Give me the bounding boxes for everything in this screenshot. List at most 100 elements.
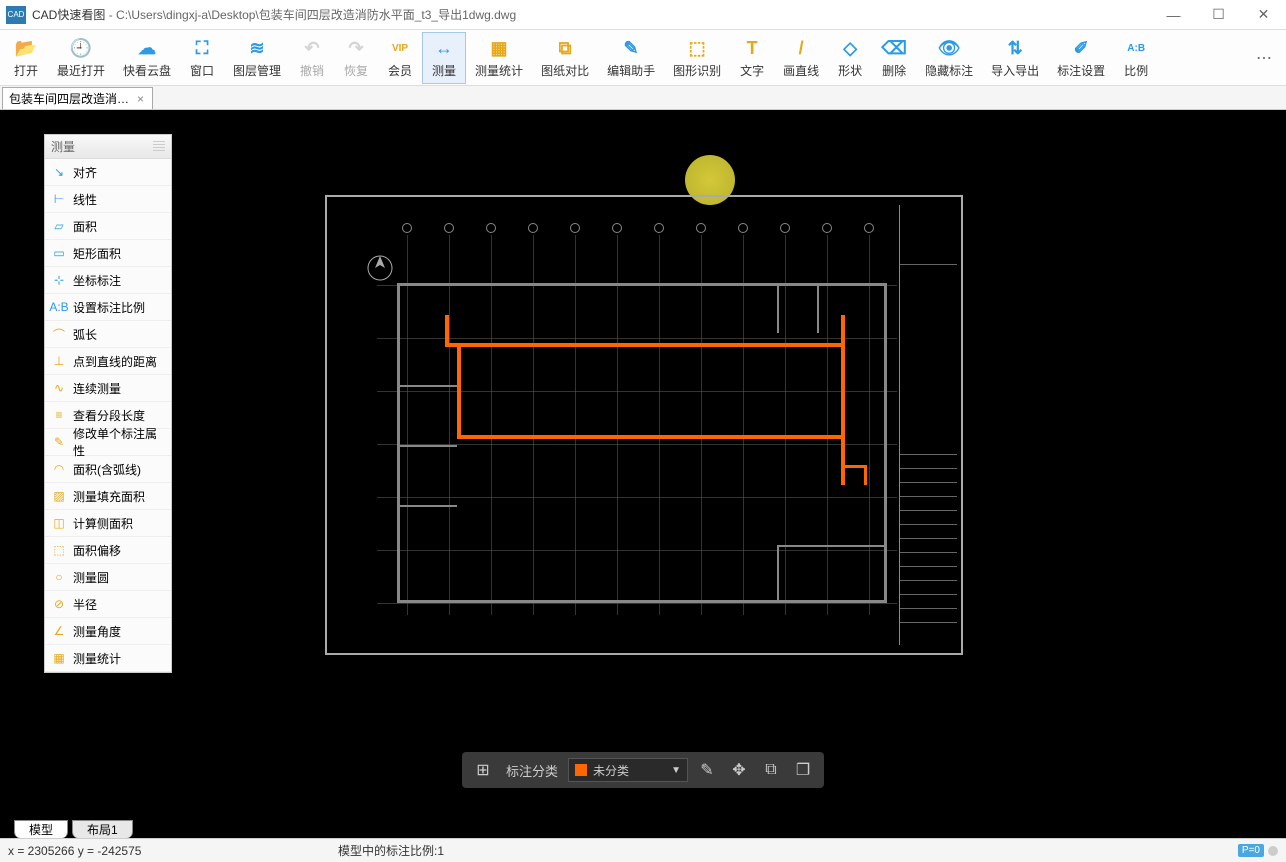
measure-item-label: 对齐 — [73, 164, 167, 181]
measure-item-label: 半径 — [73, 596, 167, 613]
cloud-button[interactable]: ☁ 快看云盘 — [114, 32, 180, 84]
measure-item[interactable]: ▦测量统计 — [45, 645, 171, 672]
measure-item-label: 线性 — [73, 191, 167, 208]
redo-button[interactable]: ↷恢复 — [334, 32, 378, 84]
measure-item-icon: ◫ — [49, 515, 69, 531]
hide-annot-button[interactable]: 👁隐藏标注 — [916, 32, 982, 84]
redo-icon: ↷ — [344, 36, 368, 60]
open-button[interactable]: 📂打开 — [4, 32, 48, 84]
titlebar: CAD CAD快速看图 - C:\Users\dingxj-a\Desktop\… — [0, 0, 1286, 30]
measure-item[interactable]: A:B设置标注比例 — [45, 294, 171, 321]
measure-item-label: 测量圆 — [73, 569, 167, 586]
title-separator: - — [109, 8, 116, 22]
line-label: 画直线 — [783, 62, 819, 79]
file-path: C:\Users\dingxj-a\Desktop\包装车间四层改造消防水平面_… — [116, 8, 516, 22]
layout-tab[interactable]: 布局1 — [72, 820, 133, 838]
measure-item-icon: ▭ — [49, 245, 69, 261]
measure-item-icon: ▨ — [49, 488, 69, 504]
layout-tab[interactable]: 模型 — [14, 820, 68, 838]
measure-item[interactable]: ∠测量角度 — [45, 618, 171, 645]
layers-icon[interactable]: ❐ — [790, 757, 816, 783]
drawing-canvas[interactable] — [0, 110, 1286, 816]
measure-item[interactable]: ◫计算侧面积 — [45, 510, 171, 537]
edit-helper-label: 编辑助手 — [607, 62, 655, 79]
measure-item[interactable]: ⬚面积偏移 — [45, 537, 171, 564]
measure-item-label: 连续测量 — [73, 380, 167, 397]
edit-helper-button[interactable]: ✎编辑助手 — [598, 32, 664, 84]
panel-grip-icon[interactable] — [153, 141, 165, 153]
measure-item[interactable]: ◠面积(含弧线) — [45, 456, 171, 483]
app-name: CAD快速看图 — [32, 8, 105, 22]
ratio-label: 比例 — [1124, 62, 1148, 79]
undo-button[interactable]: ↶撤销 — [290, 32, 334, 84]
workspace[interactable]: 测量 ↘对齐⊢线性▱面积▭矩形面积⊹坐标标注A:B设置标注比例⌒弧长⊥点到直线的… — [0, 110, 1286, 816]
layout-tabs: 模型布局1 — [0, 816, 1286, 838]
measure-item-icon: ⊥ — [49, 353, 69, 369]
hide-annot-label: 隐藏标注 — [925, 62, 973, 79]
shape-button[interactable]: ◇形状 — [828, 32, 872, 84]
text-label: 文字 — [740, 62, 764, 79]
measure-item-label: 查看分段长度 — [73, 407, 167, 424]
line-button[interactable]: /画直线 — [774, 32, 828, 84]
annot-settings-button[interactable]: ✐标注设置 — [1048, 32, 1114, 84]
text-button[interactable]: T 文字 — [730, 32, 774, 84]
text-icon: T — [740, 36, 764, 60]
cloud-label: 快看云盘 — [123, 62, 171, 79]
measure-item-icon: ≡ — [49, 407, 69, 423]
edit-icon[interactable]: ✎ — [694, 757, 720, 783]
measure-item[interactable]: ⊥点到直线的距离 — [45, 348, 171, 375]
delete-button[interactable]: ⌫删除 — [872, 32, 916, 84]
import-export-button[interactable]: ⇅导入导出 — [982, 32, 1048, 84]
file-tab-close-icon[interactable]: × — [135, 92, 146, 106]
measure-panel-title: 测量 — [51, 138, 75, 155]
measure-item[interactable]: ⊹坐标标注 — [45, 267, 171, 294]
undo-icon: ↶ — [300, 36, 324, 60]
measure-item[interactable]: ∿连续测量 — [45, 375, 171, 402]
category-select[interactable]: 未分类 ▼ — [568, 758, 688, 782]
copy-icon[interactable]: ⧉ — [758, 757, 784, 783]
measure-item[interactable]: ▨测量填充面积 — [45, 483, 171, 510]
grid-icon[interactable]: ⊞ — [470, 757, 496, 783]
close-button[interactable]: ✕ — [1241, 0, 1286, 30]
layers-button[interactable]: ≋图层管理 — [224, 32, 290, 84]
measure-item[interactable]: ⊘半径 — [45, 591, 171, 618]
shape-recog-button[interactable]: ⬚图形识别 — [664, 32, 730, 84]
measure-item[interactable]: ✎修改单个标注属性 — [45, 429, 171, 456]
recent-button[interactable]: 🕘最近打开 — [48, 32, 114, 84]
measure-item[interactable]: ○测量圆 — [45, 564, 171, 591]
measure-item-icon: A:B — [49, 299, 69, 315]
measure-item[interactable]: ▱面积 — [45, 213, 171, 240]
move-icon[interactable]: ✥ — [726, 757, 752, 783]
status-scale: 模型中的标注比例:1 — [338, 842, 444, 859]
cloud-icon: ☁ — [135, 36, 159, 60]
measure-item-label: 测量角度 — [73, 623, 167, 640]
stats-button[interactable]: ▦测量统计 — [466, 32, 532, 84]
compare-button[interactable]: ⧉图纸对比 — [532, 32, 598, 84]
drawing-content — [337, 205, 893, 645]
measure-item[interactable]: ⌒弧长 — [45, 321, 171, 348]
ratio-button[interactable]: A:B比例 — [1114, 32, 1158, 84]
measure-panel-header[interactable]: 测量 — [45, 135, 171, 159]
maximize-button[interactable]: ☐ — [1196, 0, 1241, 30]
minimize-button[interactable]: — — [1151, 0, 1196, 30]
measure-item-label: 面积 — [73, 218, 167, 235]
window-button[interactable]: ⛶窗口 — [180, 32, 224, 84]
annot-settings-label: 标注设置 — [1057, 62, 1105, 79]
measure-item-label: 设置标注比例 — [73, 299, 167, 316]
titlebar-text: CAD快速看图 - C:\Users\dingxj-a\Desktop\包装车间… — [32, 6, 1151, 23]
measure-item[interactable]: ▭矩形面积 — [45, 240, 171, 267]
measure-item-label: 面积偏移 — [73, 542, 167, 559]
measure-button[interactable]: ↔测量 — [422, 32, 466, 84]
file-tabbar: 包装车间四层改造消… × — [0, 86, 1286, 110]
measure-item-label: 面积(含弧线) — [73, 461, 167, 478]
import-export-label: 导入导出 — [991, 62, 1039, 79]
measure-item[interactable]: ↘对齐 — [45, 159, 171, 186]
layers-label: 图层管理 — [233, 62, 281, 79]
toolbar-more-icon[interactable]: ⋯ — [1246, 48, 1282, 68]
vip-button[interactable]: VIP会员 — [378, 32, 422, 84]
open-icon: 📂 — [14, 36, 38, 60]
measure-item-icon: ▱ — [49, 218, 69, 234]
file-tab[interactable]: 包装车间四层改造消… × — [2, 87, 153, 109]
measure-item-icon: ⊢ — [49, 191, 69, 207]
measure-item[interactable]: ⊢线性 — [45, 186, 171, 213]
